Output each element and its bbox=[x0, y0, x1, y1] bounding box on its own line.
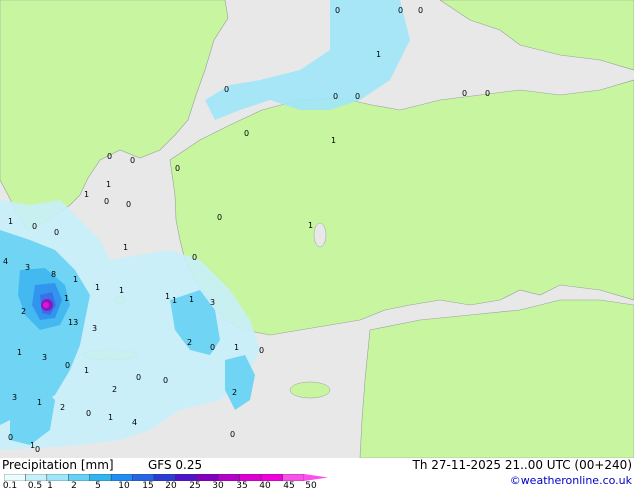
point-value-label: 0 bbox=[259, 346, 264, 355]
point-value-label: 0 bbox=[398, 6, 403, 15]
point-value-label: 8 bbox=[51, 270, 56, 279]
point-value-label: 1 bbox=[331, 136, 336, 145]
scale-swatch bbox=[46, 474, 69, 481]
point-value-label: 1 bbox=[234, 343, 239, 352]
point-value-label: 13 bbox=[68, 318, 78, 327]
map-title: Precipitation [mm] bbox=[2, 458, 114, 472]
point-value-label: 0 bbox=[418, 6, 423, 15]
scale-overflow-arrow bbox=[304, 474, 328, 481]
point-value-label: 0 bbox=[32, 222, 37, 231]
point-value-label: 1 bbox=[172, 296, 177, 305]
scale-swatch bbox=[282, 474, 305, 481]
point-value-label: 0 bbox=[175, 164, 180, 173]
point-value-label: 3 bbox=[42, 353, 47, 362]
point-value-label: 4 bbox=[3, 257, 8, 266]
point-value-label: 4 bbox=[132, 418, 137, 427]
point-value-label: 1 bbox=[37, 398, 42, 407]
point-value-label: 1 bbox=[376, 50, 381, 59]
point-value-label: 1 bbox=[106, 180, 111, 189]
lake bbox=[313, 222, 327, 248]
point-value-label: 3 bbox=[25, 263, 30, 272]
point-value-label: 0 bbox=[462, 89, 467, 98]
point-value-label: 3 bbox=[210, 298, 215, 307]
point-value-label: 3 bbox=[92, 324, 97, 333]
point-value-label: 0 bbox=[107, 152, 112, 161]
point-value-label: 0 bbox=[335, 6, 340, 15]
point-value-label: 0 bbox=[244, 129, 249, 138]
point-value-label: 0 bbox=[210, 343, 215, 352]
point-value-label: 0 bbox=[217, 213, 222, 222]
valid-time: Th 27-11-2025 21..00 UTC (00+240) bbox=[412, 458, 632, 472]
scale-swatch bbox=[110, 474, 133, 481]
point-value-label: 1 bbox=[95, 283, 100, 292]
point-value-label: 0 bbox=[65, 361, 70, 370]
point-value-label: 0 bbox=[54, 228, 59, 237]
point-value-label: 0 bbox=[163, 376, 168, 385]
point-value-label: 1 bbox=[17, 348, 22, 357]
point-value-label: 1 bbox=[123, 243, 128, 252]
point-value-label: 1 bbox=[64, 294, 69, 303]
point-value-label: 0 bbox=[224, 85, 229, 94]
scale-swatch bbox=[175, 474, 198, 481]
point-value-label: 0 bbox=[230, 430, 235, 439]
point-value-label: 0 bbox=[136, 373, 141, 382]
point-value-label: 1 bbox=[8, 217, 13, 226]
point-value-label: 1 bbox=[84, 190, 89, 199]
point-value-label: 0 bbox=[485, 89, 490, 98]
point-value-label: 1 bbox=[84, 366, 89, 375]
model-name: GFS 0.25 bbox=[148, 458, 203, 472]
point-value-label: 1 bbox=[308, 221, 313, 230]
scale-swatch bbox=[260, 474, 283, 481]
color-scale-bar bbox=[4, 474, 328, 481]
point-value-label: 1 bbox=[108, 413, 113, 422]
point-value-label: 2 bbox=[187, 338, 192, 347]
point-value-label: 0 bbox=[126, 200, 131, 209]
point-value-label: 0 bbox=[86, 409, 91, 418]
point-value-label: 0 bbox=[333, 92, 338, 101]
scale-swatch bbox=[4, 474, 26, 481]
precipitation-map: 0 0 0 1 0 0 0 0 0 0 1 0 0 1 0 1 0 0 0 1 1 0 0 1 0 4 8 1 3 1 2 1 13 3 1 1 1 1 3… bbox=[0, 0, 634, 458]
scale-swatch bbox=[89, 474, 112, 481]
scale-swatch bbox=[68, 474, 90, 481]
point-value-label: 0 bbox=[104, 197, 109, 206]
point-value-label: 2 bbox=[21, 307, 26, 316]
scale-swatch bbox=[196, 474, 219, 481]
point-value-label: 1 bbox=[119, 286, 124, 295]
point-value-label: 2 bbox=[112, 385, 117, 394]
scale-swatch bbox=[153, 474, 176, 481]
point-value-label: 2 bbox=[232, 388, 237, 397]
point-value-label: 1 bbox=[73, 275, 78, 284]
scale-swatch bbox=[25, 474, 48, 481]
point-value-label: 1 bbox=[165, 292, 170, 301]
levant-land bbox=[359, 299, 634, 458]
point-value-label: 0 bbox=[355, 92, 360, 101]
scale-swatch bbox=[218, 474, 240, 481]
map-canvas: 0 0 0100 0 0 0010 01010 00110010481312113311 1 1 3… bbox=[0, 0, 634, 458]
credit-link[interactable]: ©weatheronline.co.uk bbox=[510, 474, 632, 487]
cyprus-island bbox=[289, 381, 331, 399]
point-value-label: 0 bbox=[192, 253, 197, 262]
point-value-label: 0 bbox=[130, 156, 135, 165]
point-value-label: 2 bbox=[60, 403, 65, 412]
point-value-label: 0 bbox=[8, 433, 13, 442]
scale-swatch bbox=[132, 474, 155, 481]
scale-swatch bbox=[239, 474, 262, 481]
point-value-label: 1 bbox=[189, 295, 194, 304]
point-value-label: 3 bbox=[12, 393, 17, 402]
point-value-label: 0 bbox=[35, 445, 40, 454]
